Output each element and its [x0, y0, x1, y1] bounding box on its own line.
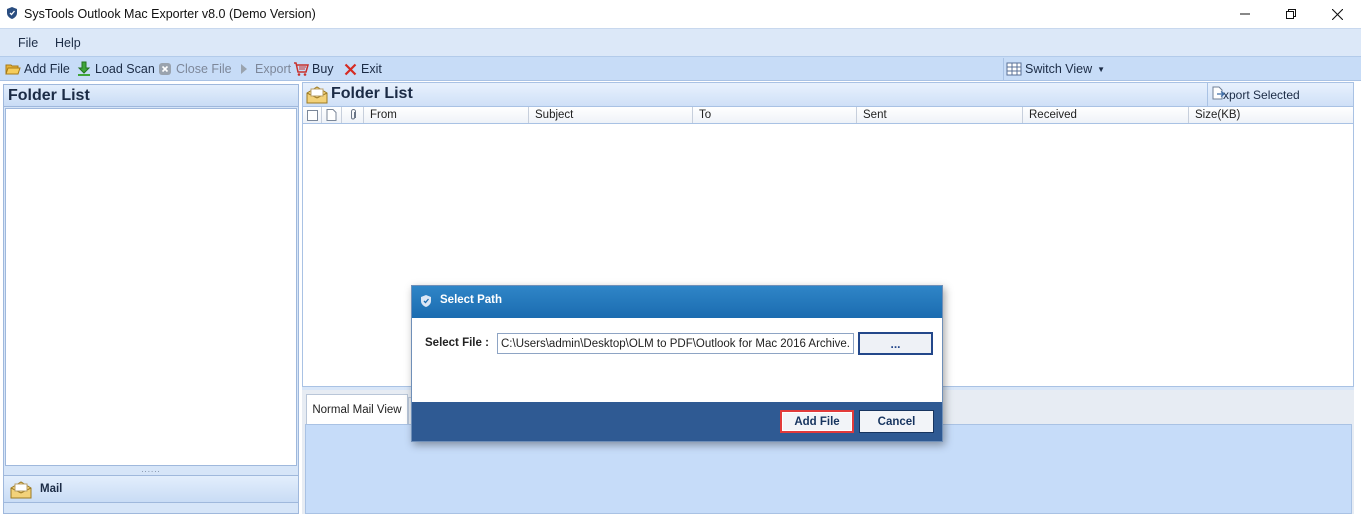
app-shield-icon [5, 6, 19, 20]
select-all-checkbox[interactable] [303, 107, 321, 123]
dialog-title-bar: Select Path [412, 286, 942, 318]
folder-tree[interactable] [5, 108, 297, 466]
window-title: SysTools Outlook Mac Exporter v8.0 (Demo… [24, 7, 316, 21]
app-shield-icon [419, 294, 433, 311]
play-arrow-icon [236, 61, 252, 77]
file-path-input[interactable] [497, 333, 854, 354]
export-document-icon [1211, 86, 1225, 100]
column-subject[interactable]: Subject [528, 107, 692, 123]
select-file-label: Select File : [425, 337, 489, 349]
dialog-title: Select Path [440, 294, 502, 306]
add-file-button[interactable]: Add File [5, 60, 70, 78]
switch-view-button[interactable]: Switch View ▼ [1006, 60, 1105, 78]
menu-file[interactable]: File [18, 36, 38, 50]
select-path-dialog: Select Path Select File : ... Add File C… [411, 285, 943, 442]
shopping-cart-icon [293, 61, 309, 77]
switch-view-area: Switch View ▼ [1003, 58, 1354, 80]
column-to[interactable]: To [692, 107, 856, 123]
dialog-body: Select File : ... [412, 318, 942, 402]
toolbar: Add File Load Scan Close File Export Buy… [0, 56, 1361, 81]
export-button[interactable]: Export [236, 60, 291, 78]
open-folder-icon [5, 61, 21, 77]
menu-help[interactable]: Help [55, 36, 81, 50]
minimize-button[interactable] [1222, 0, 1268, 28]
title-bar: SysTools Outlook Mac Exporter v8.0 (Demo… [0, 0, 1361, 28]
left-pane: Folder List ...... Mail [3, 84, 299, 514]
close-window-button[interactable] [1314, 0, 1360, 28]
left-pane-header: Folder List [4, 85, 298, 107]
right-pane-header: Folder List Export Selected [302, 82, 1354, 107]
grid-view-icon [1006, 61, 1022, 77]
dialog-cancel-button[interactable]: Cancel [859, 410, 934, 433]
exit-button[interactable]: Exit [342, 60, 382, 78]
mail-list-header: From Subject To Sent Received Size(KB) [302, 107, 1354, 124]
export-selected-button[interactable]: Export Selected [1207, 83, 1353, 106]
column-sent[interactable]: Sent [856, 107, 1022, 123]
attachment-icon [341, 107, 363, 123]
column-received[interactable]: Received [1022, 107, 1188, 123]
restore-button[interactable] [1268, 0, 1314, 28]
dialog-add-file-button[interactable]: Add File [780, 410, 854, 433]
download-arrow-icon [76, 61, 92, 77]
left-pane-title: Folder List [8, 87, 90, 104]
mail-label: Mail [40, 483, 63, 495]
envelope-icon [9, 481, 33, 502]
pane-splitter-grip[interactable]: ...... [4, 466, 298, 474]
mail-nav-button[interactable]: Mail [4, 475, 298, 503]
column-size[interactable]: Size(KB) [1188, 107, 1353, 123]
dialog-footer: Add File Cancel [412, 402, 942, 441]
menu-bar: File Help [0, 28, 1361, 56]
red-x-icon [342, 61, 358, 77]
browse-button[interactable]: ... [858, 332, 933, 355]
close-circle-icon [157, 61, 173, 77]
close-file-button[interactable]: Close File [157, 60, 232, 78]
column-from[interactable]: From [363, 107, 528, 123]
chevron-down-icon: ▼ [1097, 64, 1106, 74]
tab-normal-mail-view[interactable]: Normal Mail View [306, 394, 408, 424]
load-scan-button[interactable]: Load Scan [76, 60, 155, 78]
envelope-icon [306, 86, 328, 107]
right-pane-title: Folder List [331, 85, 413, 102]
document-icon [321, 107, 341, 123]
buy-button[interactable]: Buy [293, 60, 334, 78]
